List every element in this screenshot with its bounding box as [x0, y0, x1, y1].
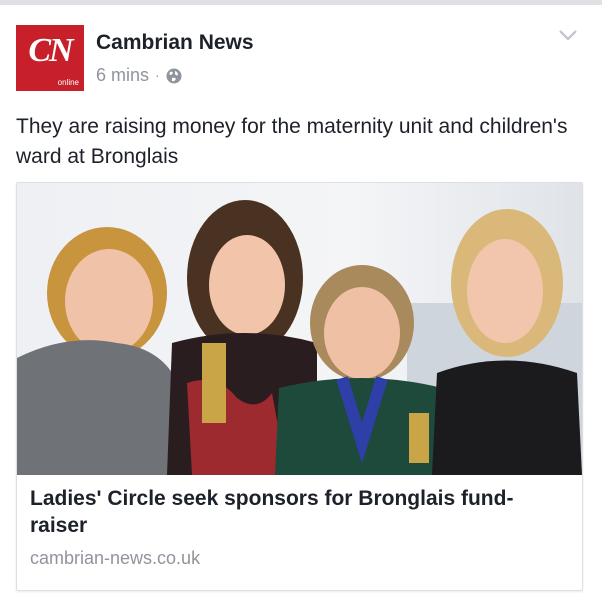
globe-icon[interactable] [166, 67, 182, 84]
page-name-link[interactable]: Cambrian News [96, 31, 254, 55]
post-timestamp[interactable]: 6 mins [96, 64, 149, 86]
link-preview-card[interactable]: Ladies' Circle seek sponsors for Brongla… [16, 182, 583, 591]
top-divider [0, 0, 602, 5]
avatar-logo-monogram: CN [28, 32, 73, 69]
link-preview-image[interactable] [17, 183, 582, 475]
link-caption[interactable]: Ladies' Circle seek sponsors for Brongla… [17, 475, 582, 590]
page-avatar[interactable]: CN online [16, 25, 84, 91]
chevron-down-icon[interactable] [556, 26, 580, 44]
post-message: They are raising money for the maternity… [16, 115, 568, 168]
meta-separator: · [155, 67, 160, 83]
avatar-logo-sublabel: online [57, 78, 79, 87]
link-headline[interactable]: Ladies' Circle seek sponsors for Brongla… [30, 485, 560, 539]
post-meta: 6 mins · [96, 64, 182, 86]
link-domain: cambrian-news.co.uk [30, 548, 201, 568]
